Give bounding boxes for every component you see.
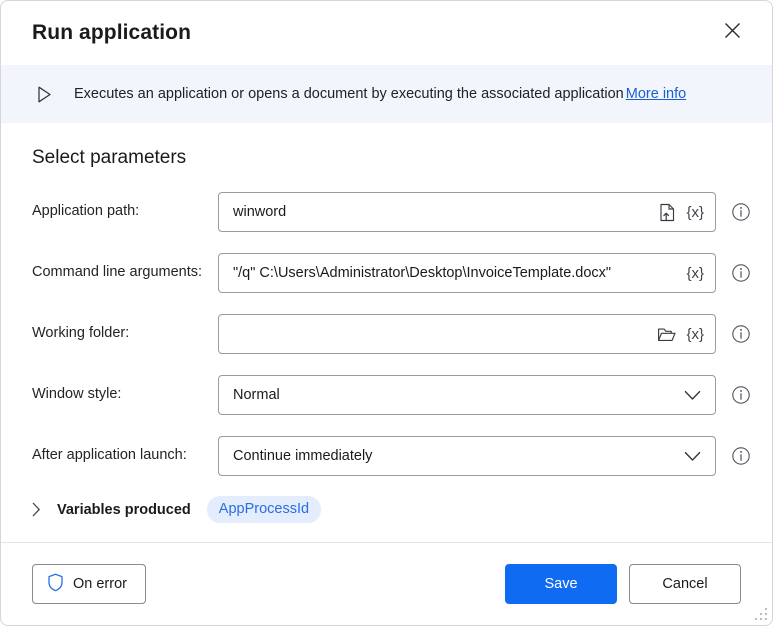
field-row-after-application-launch: After application launch: Continue immed… (32, 435, 750, 477)
variable-icon[interactable]: {x} (681, 193, 715, 231)
more-info-link[interactable]: More info (626, 86, 686, 102)
working-folder-input[interactable]: {x} (218, 314, 716, 354)
chevron-down-icon[interactable] (679, 437, 715, 475)
banner-text-wrap: Executes an application or opens a docum… (74, 85, 686, 104)
field-row-command-line-arguments: Command line arguments: "/q" C:\Users\Ad… (32, 252, 750, 294)
info-icon[interactable] (731, 263, 751, 283)
chevron-down-icon[interactable] (679, 376, 715, 414)
field-row-window-style: Window style: Normal (32, 374, 750, 416)
info-icon[interactable] (731, 385, 751, 405)
label-command-line-arguments: Command line arguments: (32, 264, 203, 281)
label-window-style: Window style: (32, 386, 122, 403)
close-button[interactable] (710, 13, 754, 53)
shield-icon (47, 573, 64, 596)
parameters-panel: Select parameters Application path: winw… (1, 123, 772, 542)
description-banner: Executes an application or opens a docum… (1, 65, 772, 123)
info-icon[interactable] (731, 446, 751, 466)
chevron-right-icon[interactable] (32, 502, 48, 517)
cancel-label: Cancel (662, 576, 708, 592)
page-title: Run application (32, 21, 191, 44)
window-style-value: Normal (233, 387, 280, 403)
label-application-path: Application path: (32, 203, 140, 220)
folder-open-icon[interactable] (652, 315, 681, 353)
close-icon (724, 22, 741, 44)
save-button[interactable]: Save (505, 564, 617, 604)
on-error-label: On error (73, 576, 127, 592)
on-error-button[interactable]: On error (32, 564, 146, 604)
cancel-button[interactable]: Cancel (629, 564, 741, 604)
banner-description: Executes an application or opens a docum… (74, 85, 624, 102)
command-line-arguments-input[interactable]: "/q" C:\Users\Administrator\Desktop\Invo… (218, 253, 716, 293)
save-label: Save (544, 576, 578, 592)
dialog-footer: On error Save Cancel (1, 542, 772, 625)
variable-icon[interactable]: {x} (681, 315, 715, 353)
run-application-dialog: Run application Executes an application … (0, 0, 773, 626)
variable-icon[interactable]: {x} (681, 254, 715, 292)
label-working-folder: Working folder: (32, 325, 130, 342)
application-path-input[interactable]: winword {x} (218, 192, 716, 232)
after-application-launch-value: Continue immediately (233, 448, 373, 464)
info-icon[interactable] (731, 324, 751, 344)
after-application-launch-select[interactable]: Continue immediately (218, 436, 716, 476)
dialog-titlebar: Run application (1, 1, 772, 65)
field-row-application-path: Application path: winword {x} (32, 191, 750, 233)
label-after-application-launch: After application launch: (32, 447, 187, 464)
variables-produced-row[interactable]: Variables produced AppProcessId (32, 496, 741, 523)
variable-chip-appprocessid[interactable]: AppProcessId (206, 496, 322, 523)
play-triangle-icon (32, 86, 56, 103)
command-line-arguments-value: "/q" C:\Users\Administrator\Desktop\Invo… (233, 265, 612, 281)
variables-produced-label[interactable]: Variables produced (57, 502, 191, 518)
window-style-select[interactable]: Normal (218, 375, 716, 415)
section-title: Select parameters (32, 147, 187, 168)
field-row-working-folder: Working folder: {x} (32, 313, 750, 355)
application-path-value: winword (233, 204, 287, 220)
file-upload-icon[interactable] (654, 193, 681, 231)
info-icon[interactable] (731, 202, 751, 222)
